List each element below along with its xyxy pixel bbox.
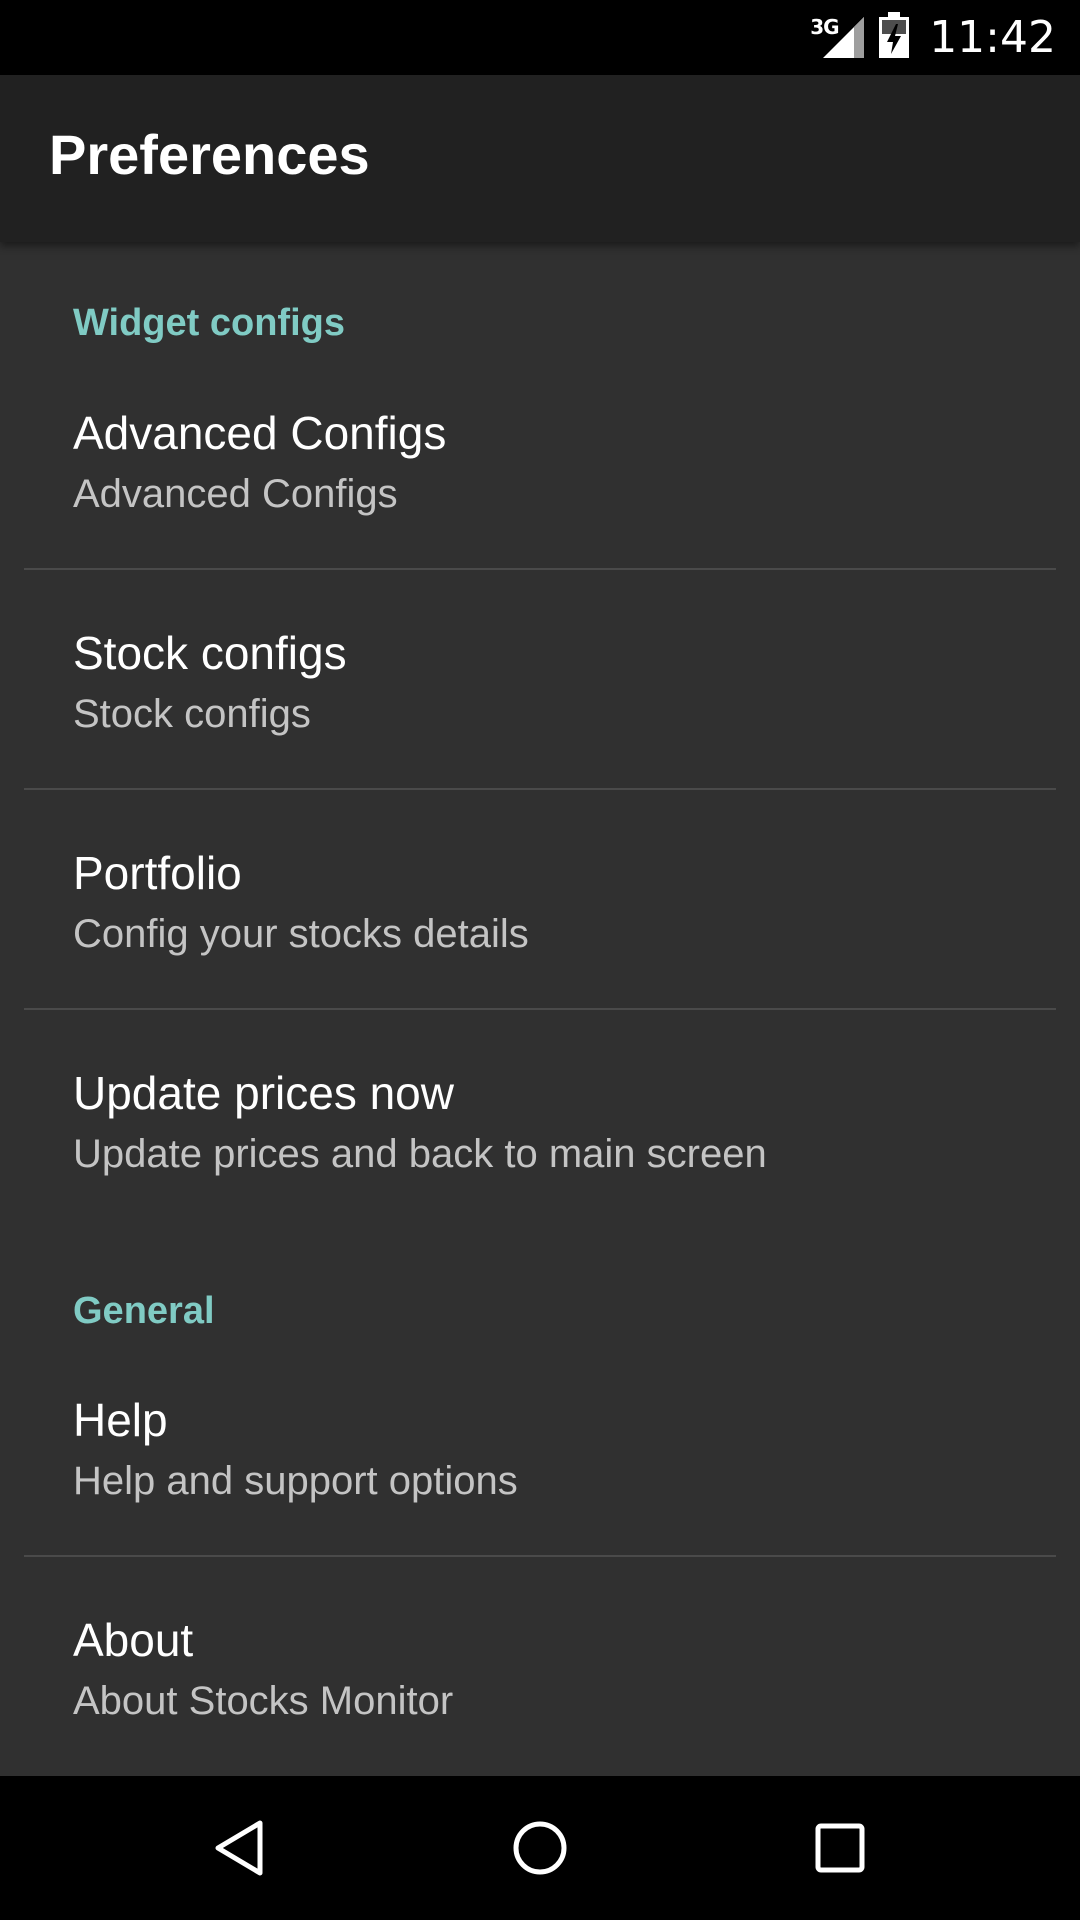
pref-about[interactable]: About About Stocks Monitor xyxy=(0,1579,1080,1799)
page-title: Preferences xyxy=(49,123,370,186)
home-circle-icon[interactable] xyxy=(508,1816,572,1880)
pref-title: Update prices now xyxy=(73,1067,454,1119)
pref-title: About xyxy=(73,1614,194,1666)
pref-summary: Config your stocks details xyxy=(73,912,529,956)
pref-advanced-configs[interactable]: Advanced Configs Advanced Configs xyxy=(0,372,1080,592)
status-bar: 3G 11:42 xyxy=(0,0,1080,75)
pref-portfolio[interactable]: Portfolio Config your stocks details xyxy=(0,812,1080,1032)
back-triangle-icon[interactable] xyxy=(208,1816,272,1880)
pref-help[interactable]: Help Help and support options xyxy=(0,1359,1080,1579)
pref-title: Portfolio xyxy=(73,847,242,899)
pref-summary: Help and support options xyxy=(73,1459,518,1503)
pref-summary: Update prices and back to main screen xyxy=(73,1132,767,1176)
clock: 11:42 xyxy=(929,12,1056,63)
divider xyxy=(24,788,1056,790)
signal-icon: 3G xyxy=(810,15,865,60)
pref-summary: About Stocks Monitor xyxy=(73,1679,454,1723)
pref-title: Stock configs xyxy=(73,627,347,679)
category-general: General xyxy=(73,1290,215,1332)
pref-summary: Stock configs xyxy=(73,692,311,736)
preferences-list: Widget configs Advanced Configs Advanced… xyxy=(0,242,1080,1776)
pref-title: Advanced Configs xyxy=(73,407,447,459)
recents-square-icon[interactable] xyxy=(808,1816,872,1880)
pref-stock-configs[interactable]: Stock configs Stock configs xyxy=(0,592,1080,812)
divider xyxy=(24,568,1056,570)
divider xyxy=(24,1555,1056,1557)
status-icons: 3G 11:42 xyxy=(810,0,1056,75)
pref-update-prices-now[interactable]: Update prices now Update prices and back… xyxy=(0,1032,1080,1252)
navigation-bar xyxy=(0,1776,1080,1920)
app-bar: Preferences xyxy=(0,75,1080,242)
pref-summary: Advanced Configs xyxy=(73,472,398,516)
pref-title: Help xyxy=(73,1394,168,1446)
divider xyxy=(24,1008,1056,1010)
battery-icon xyxy=(879,12,910,63)
category-widget-configs: Widget configs xyxy=(73,302,345,344)
